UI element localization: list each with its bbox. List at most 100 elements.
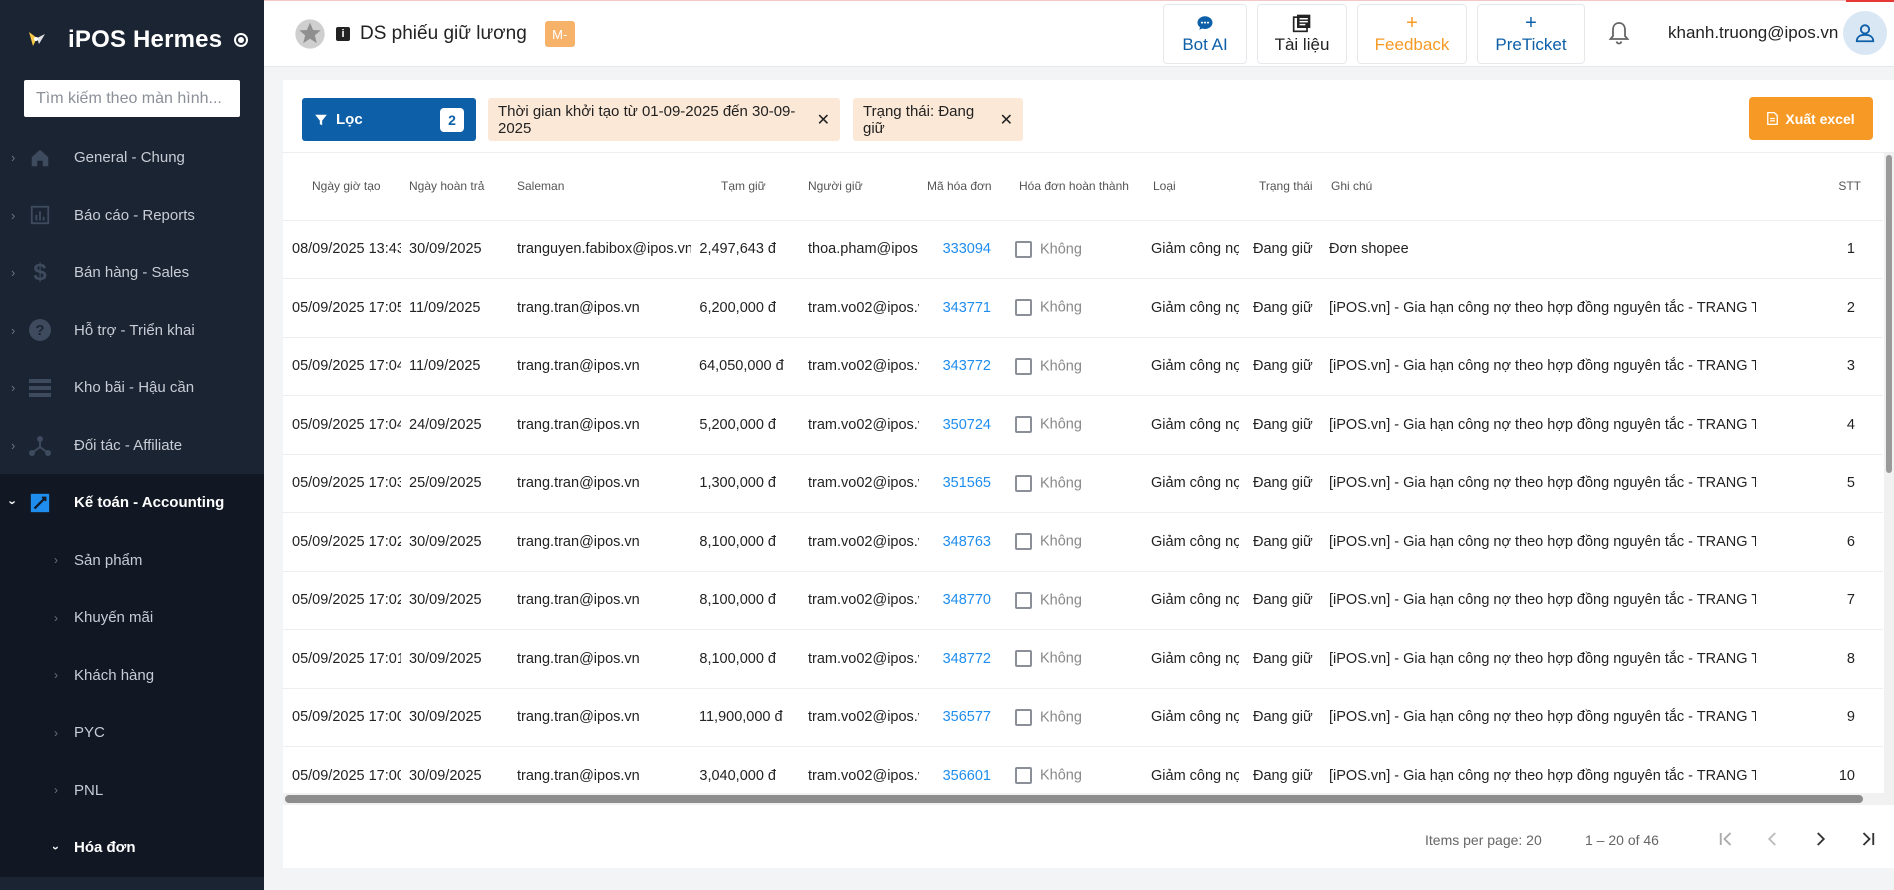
table-row[interactable]: 05/09/2025 17:00 30/09/2025 trang.tran@ipo… [283,746,1883,793]
brand[interactable]: iPOS Hermes [0,0,264,80]
items-per-page[interactable]: Items per page: 20 [1425,832,1542,848]
completed-checkbox[interactable] [1015,591,1032,609]
invoice-code-link[interactable]: 348772 [919,629,999,689]
column-header[interactable]: Saleman [505,153,691,221]
invoice-link[interactable]: 343772 [943,358,991,374]
invoice-link[interactable]: 348772 [943,651,991,667]
sidebar-item-support[interactable]: › ? Hỗ trợ - Triển khai [0,302,264,360]
invoice-completed-cell[interactable]: Không [999,688,1131,747]
invoice-link[interactable]: 351565 [943,475,991,491]
table-row[interactable]: 05/09/2025 17:00 30/09/2025 trang.tran@ipo… [283,688,1883,747]
user-email[interactable]: khanh.truong@ipos.vn [1668,23,1838,43]
invoice-code-link[interactable]: 348770 [919,571,999,630]
column-header[interactable]: Ngày giờ tạo [283,153,401,221]
horizontal-scrollbar[interactable] [283,793,1894,805]
sidebar-subitem-invoices[interactable]: › Hóa đơn [0,819,264,877]
close-icon[interactable]: ✕ [817,110,830,130]
invoice-link[interactable]: 350724 [943,417,991,433]
close-icon[interactable]: ✕ [1000,110,1013,130]
column-header[interactable]: Ngày hoàn trả [401,153,505,221]
sidebar-subitem-promotions[interactable]: › Khuyến mãi [0,589,264,647]
completed-checkbox[interactable] [1015,474,1032,492]
completed-checkbox[interactable] [1015,357,1032,375]
filter-button[interactable]: Lọc 2 [302,98,476,141]
completed-checkbox[interactable] [1015,650,1032,668]
table-row[interactable]: 05/09/2025 17:04 11/09/2025 trang.tran@ipo… [283,337,1883,396]
invoice-link[interactable]: 348763 [943,534,991,550]
invoice-code-link[interactable]: 351565 [919,454,999,513]
filter-chip-date[interactable]: Thời gian khởi tạo từ 01-09-2025 đến 30-… [488,98,840,141]
column-header[interactable]: Tạm giữ [691,153,784,221]
sidebar-subitem-pyc[interactable]: › PYC [0,704,264,762]
invoice-code-link[interactable]: 343772 [919,337,999,396]
column-header[interactable]: Người giữ [784,153,919,221]
prev-page-icon[interactable] [1758,824,1788,854]
first-page-icon[interactable] [1711,824,1741,854]
invoice-completed-cell[interactable]: Không [999,395,1131,455]
info-icon[interactable]: i [336,27,350,41]
table-row[interactable]: 05/09/2025 17:02 30/09/2025 trang.tran@ipo… [283,512,1883,572]
invoice-code-link[interactable]: 333094 [919,220,999,279]
column-header[interactable]: Ghi chú [1321,153,1756,221]
invoice-completed-cell[interactable]: Không [999,571,1131,630]
column-header[interactable]: Trạng thái [1239,153,1321,221]
invoice-completed-cell[interactable]: Không [999,512,1131,572]
invoice-link[interactable]: 343771 [943,300,991,316]
scrollbar-thumb[interactable] [1886,155,1892,473]
invoice-completed-cell[interactable]: Không [999,629,1131,689]
completed-checkbox[interactable] [1015,533,1032,551]
scrollbar-thumb[interactable] [285,795,1863,803]
column-header[interactable]: Mã hóa đơn [919,153,999,221]
sidebar-subitem-customers[interactable]: › Khách hàng [0,647,264,705]
invoice-link[interactable]: 333094 [943,241,991,257]
completed-checkbox[interactable] [1015,299,1032,317]
invoice-link[interactable]: 348770 [943,592,991,608]
sidebar-item-sales[interactable]: › $ Bán hàng - Sales [0,244,264,302]
invoice-code-link[interactable]: 356577 [919,688,999,747]
feedback-button[interactable]: + Feedback [1357,4,1467,64]
column-header[interactable]: Hóa đơn hoàn thành [999,153,1131,221]
favorite-star-icon[interactable] [294,18,326,50]
sidebar-item-affiliate[interactable]: › Đối tác - Affiliate [0,417,264,475]
invoice-code-link[interactable]: 348763 [919,512,999,572]
sidebar-item-reports[interactable]: › Báo cáo - Reports [0,187,264,245]
docs-button[interactable]: Tài liệu [1257,4,1347,64]
vertical-scrollbar[interactable] [1884,153,1894,793]
invoice-code-link[interactable]: 350724 [919,395,999,455]
bot-ai-button[interactable]: Bot AI [1163,4,1247,64]
sidebar-search-input[interactable] [24,80,240,117]
table-row[interactable]: 05/09/2025 17:04 24/09/2025 trang.tran@ipo… [283,395,1883,455]
invoice-completed-cell[interactable]: Không [999,278,1131,338]
completed-checkbox[interactable] [1015,416,1032,434]
column-header[interactable]: Loại [1131,153,1239,221]
filter-chip-status[interactable]: Trạng thái: Đang giữ ✕ [853,98,1023,141]
last-page-icon[interactable] [1853,824,1883,854]
sidebar-item-general[interactable]: › General - Chung [0,129,264,187]
table-row[interactable]: 05/09/2025 17:01 30/09/2025 trang.tran@ipo… [283,629,1883,689]
invoice-code-link[interactable]: 343771 [919,278,999,338]
sidebar-item-accounting[interactable]: › Kế toán - Accounting [0,474,264,532]
invoice-completed-cell[interactable]: Không [999,337,1131,396]
invoice-completed-cell[interactable]: Không [999,746,1131,793]
completed-checkbox[interactable] [1015,708,1032,726]
sidebar-item-warehouse[interactable]: › Kho bãi - Hậu cần [0,359,264,417]
sidebar-subitem-products[interactable]: › Sản phẩm [0,532,264,590]
invoice-completed-cell[interactable]: Không [999,454,1131,513]
preticket-button[interactable]: + PreTicket [1477,4,1585,64]
table-row[interactable]: 08/09/2025 13:43 30/09/2025 tranguyen.fabi… [283,220,1883,279]
completed-checkbox[interactable] [1015,240,1032,258]
next-page-icon[interactable] [1805,824,1835,854]
table-row[interactable]: 05/09/2025 17:03 25/09/2025 trang.tran@ipo… [283,454,1883,513]
column-header[interactable]: STT [1756,153,1883,221]
invoice-link[interactable]: 356601 [943,768,991,784]
invoice-completed-cell[interactable]: Không [999,220,1131,279]
notification-bell-icon[interactable] [1607,20,1631,51]
sidebar-subitem-pnl[interactable]: › PNL [0,762,264,820]
invoice-code-link[interactable]: 356601 [919,746,999,793]
table-row[interactable]: 05/09/2025 17:05 11/09/2025 trang.tran@ipo… [283,278,1883,338]
avatar[interactable] [1843,11,1887,55]
table-row[interactable]: 05/09/2025 17:02 30/09/2025 trang.tran@ipo… [283,571,1883,630]
invoice-link[interactable]: 356577 [943,709,991,725]
toggle-icon[interactable] [234,33,249,47]
export-excel-button[interactable]: Xuất excel [1749,97,1873,140]
